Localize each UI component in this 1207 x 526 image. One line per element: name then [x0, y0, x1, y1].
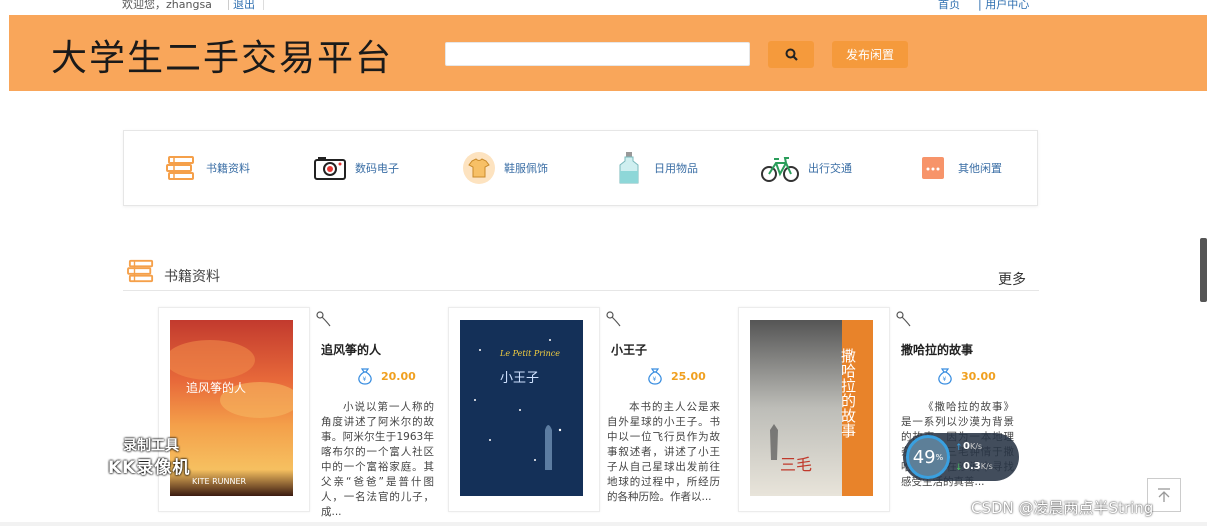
site-title: 大学生二手交易平台 [51, 38, 394, 79]
section-title: 书籍资料 [164, 269, 220, 285]
bottle-icon [612, 151, 646, 185]
category-label: 日用物品 [654, 162, 698, 175]
arrow-up-icon [1158, 488, 1170, 502]
book-card[interactable]: 追风筝的人 KITE RUNNER [158, 307, 310, 512]
svg-text:¥: ¥ [653, 376, 657, 383]
book-price: 30.00 [961, 369, 996, 383]
welcome-text: 欢迎您，zhangsa [122, 0, 212, 11]
price-row: ¥ 30.00 [937, 367, 996, 385]
bottom-divider [0, 522, 1207, 526]
pin-icon [606, 311, 621, 327]
category-bar: 书籍资料 数码电子 鞋服佩饰 日用物品 出行交通 其他闲置 [123, 130, 1038, 206]
price-row: ¥ 20.00 [357, 367, 416, 385]
pin-icon [316, 311, 331, 327]
book-price: 20.00 [381, 369, 416, 383]
scrollbar-thumb[interactable] [1200, 238, 1207, 302]
user-center-link[interactable]: | 用户中心 [978, 0, 1029, 12]
book-description: 小说以第一人称的角度讲述了阿米尔的故事。阿米尔生于1963年喀布尔的一个富人社区… [321, 401, 434, 518]
more-dots-icon [916, 151, 950, 185]
search-input[interactable] [445, 42, 750, 66]
book-cover-image: Le Petit Prince 小王子 [460, 320, 583, 496]
svg-text:¥: ¥ [363, 376, 367, 383]
book-stack-icon [127, 259, 154, 283]
csdn-watermark: CSDN @凌晨两点半String [971, 499, 1154, 517]
download-speed: 0.3K/s [963, 461, 993, 472]
book-card[interactable]: Le Petit Prince 小王子 [448, 307, 600, 512]
cover-subtitle: Le Petit Prince [499, 349, 560, 358]
category-books[interactable]: 书籍资料 [164, 149, 250, 187]
category-clothing[interactable]: 鞋服佩饰 [462, 149, 548, 187]
section-divider [123, 290, 1039, 291]
tshirt-icon [462, 151, 496, 185]
cover-subtitle: 三毛 [780, 455, 812, 474]
bicycle-icon [760, 151, 800, 185]
recorder-watermark-title: 录制工具 [123, 438, 179, 454]
usage-gauge: 49% [906, 435, 950, 479]
logout-link[interactable]: 退出 [228, 0, 264, 11]
money-bag-icon: ¥ [358, 368, 372, 385]
money-bag-icon: ¥ [938, 368, 952, 385]
search-icon [785, 48, 798, 61]
price-row: ¥ 25.00 [647, 367, 706, 385]
top-bar: 欢迎您，zhangsa 退出 首页 | 用户中心 [0, 0, 1207, 14]
category-daily[interactable]: 日用物品 [612, 149, 698, 187]
category-other[interactable]: 其他闲置 [916, 149, 1002, 187]
category-label: 数码电子 [355, 162, 399, 175]
category-label: 其他闲置 [958, 162, 1002, 175]
book-description: 本书的主人公是来自外星球的小王子。书中以一位飞行员作为故事叙述者，讲述了小王子从… [607, 401, 720, 503]
book-title[interactable]: 小王子 [611, 341, 647, 358]
recorder-watermark-name: KK录像机 [108, 458, 191, 478]
category-digital[interactable]: 数码电子 [313, 149, 399, 187]
svg-text:¥: ¥ [943, 376, 947, 383]
cover-title: 小王子 [500, 371, 539, 386]
cover-subtitle: KITE RUNNER [192, 477, 247, 486]
book-title[interactable]: 撒哈拉的故事 [901, 341, 973, 358]
book-price: 25.00 [671, 369, 706, 383]
publish-button[interactable]: 发布闲置 [832, 41, 908, 68]
book-card[interactable]: 撒哈拉的故事 三毛 [738, 307, 890, 512]
pin-icon [896, 311, 911, 327]
upload-speed: 0K/s [963, 441, 983, 452]
home-link[interactable]: 首页 [938, 0, 960, 12]
upload-arrow-icon: ↑ [955, 443, 963, 453]
category-label: 出行交通 [808, 162, 852, 175]
category-transport[interactable]: 出行交通 [760, 149, 852, 187]
site-header: 大学生二手交易平台 发布闲置 [9, 15, 1207, 91]
download-arrow-icon: ↓ [955, 463, 963, 473]
category-label: 书籍资料 [206, 162, 250, 175]
cover-title: 撒哈拉的故事 [839, 348, 857, 438]
category-label: 鞋服佩饰 [504, 162, 548, 175]
camera-icon [313, 151, 347, 185]
more-link[interactable]: 更多 [998, 269, 1026, 289]
book-title[interactable]: 追风筝的人 [321, 341, 381, 358]
network-speed-widget[interactable]: 49% ↑ 0K/s ↓ 0.3K/s [903, 433, 1019, 481]
book-stack-icon [164, 151, 198, 185]
money-bag-icon: ¥ [648, 368, 662, 385]
search-button[interactable] [768, 41, 814, 68]
book-cover-image: 撒哈拉的故事 三毛 [750, 320, 873, 496]
cover-title: 追风筝的人 [186, 380, 246, 395]
